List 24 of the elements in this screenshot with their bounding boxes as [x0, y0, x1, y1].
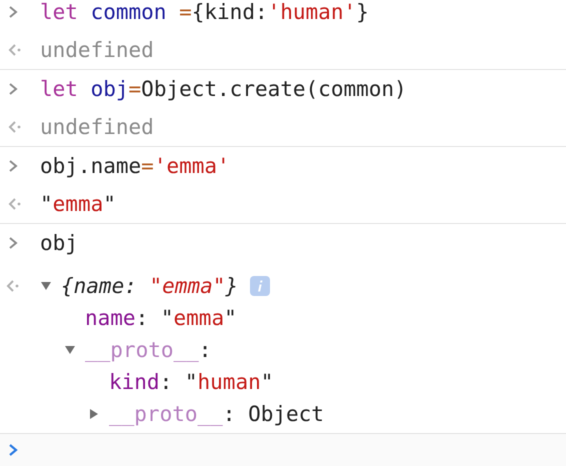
prompt-chevron-icon	[8, 159, 18, 173]
code-line: obj.name='emma'	[40, 156, 230, 176]
collapse-triangle-icon[interactable]	[64, 344, 76, 356]
expand-triangle-icon[interactable]	[88, 408, 100, 420]
result-text: undefined	[40, 116, 154, 138]
property-line[interactable]: __proto__:	[85, 340, 212, 360]
object-preview[interactable]: {name: "emma"}	[61, 276, 238, 296]
result-arrow-icon	[6, 280, 20, 292]
property-line: name: "emma"	[85, 308, 237, 328]
result-text: "emma"	[40, 194, 116, 214]
result-arrow-icon	[8, 121, 22, 133]
collapse-triangle-icon[interactable]	[40, 280, 52, 292]
property-line[interactable]: __proto__: Object	[109, 404, 324, 424]
prompt-chevron-icon	[8, 82, 18, 96]
prompt-chevron-icon	[8, 5, 18, 19]
code-line: let obj=Object.create(common)	[40, 78, 407, 100]
code-line: obj	[40, 232, 78, 254]
prompt-chevron-icon	[8, 443, 18, 457]
result-arrow-icon	[8, 44, 22, 56]
property-line: kind: "human"	[109, 372, 274, 392]
code-line: let common ={kind:'human'}	[40, 2, 369, 22]
result-arrow-icon	[8, 198, 22, 210]
result-text: undefined	[40, 40, 154, 60]
prompt-chevron-icon	[8, 236, 18, 250]
